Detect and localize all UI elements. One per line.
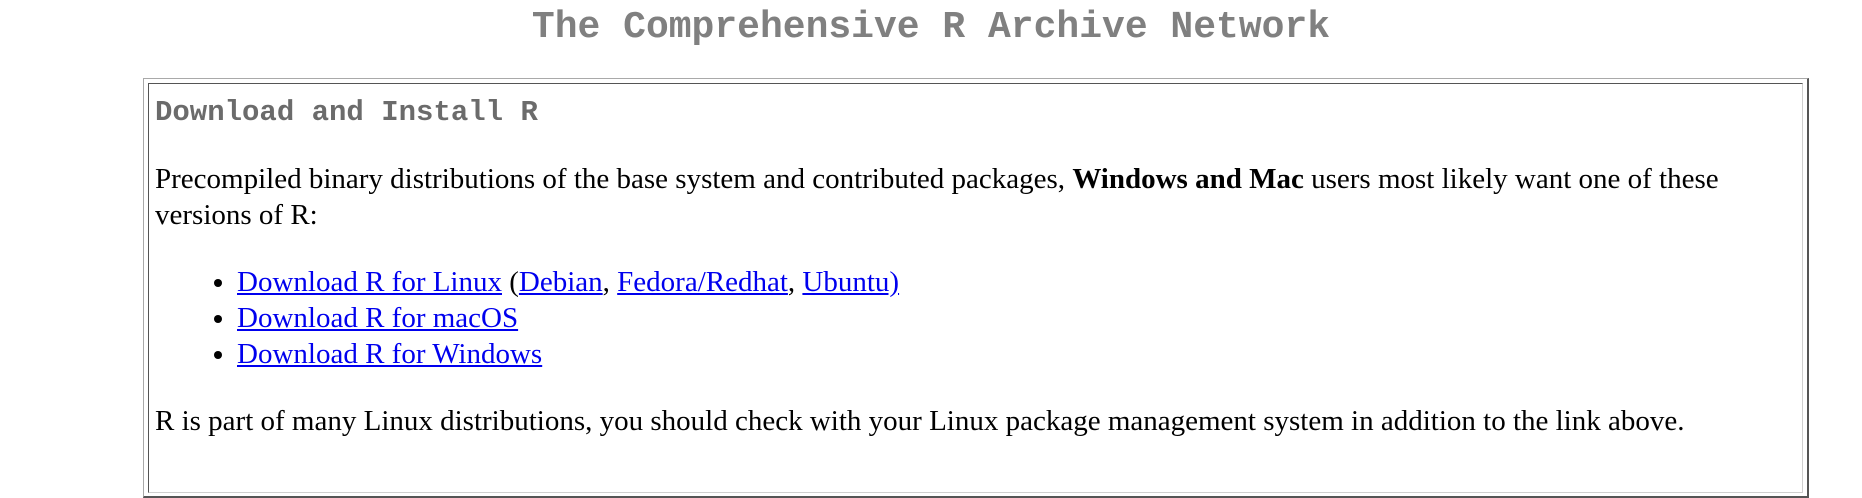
- download-windows-link[interactable]: Download R for Windows: [237, 338, 542, 370]
- linux-separator-1: ,: [602, 266, 618, 298]
- list-item-linux: Download R for Linux (Debian, Fedora/Red…: [237, 264, 1796, 300]
- list-item-windows: Download R for Windows: [237, 336, 1796, 372]
- download-panel: Download and Install R Precompiled binar…: [143, 78, 1809, 498]
- section-heading: Download and Install R: [155, 96, 538, 129]
- ubuntu-link[interactable]: Ubuntu): [802, 266, 899, 298]
- download-macos-link[interactable]: Download R for macOS: [237, 302, 518, 334]
- download-links-list: Download R for Linux (Debian, Fedora/Red…: [155, 264, 1796, 372]
- linux-note-paragraph: R is part of many Linux distributions, y…: [155, 405, 1685, 437]
- fedora-redhat-link[interactable]: Fedora/Redhat: [617, 266, 788, 298]
- page-title: The Comprehensive R Archive Network: [531, 6, 1331, 49]
- intro-text-before: Precompiled binary distributions of the …: [155, 163, 1073, 195]
- list-item-macos: Download R for macOS: [237, 300, 1796, 336]
- download-panel-inner: Download and Install R Precompiled binar…: [148, 83, 1803, 493]
- download-linux-link[interactable]: Download R for Linux: [237, 266, 502, 298]
- linux-separator-2: ,: [787, 266, 803, 298]
- intro-bold-text: Windows and Mac: [1072, 163, 1304, 195]
- debian-link[interactable]: Debian: [519, 266, 603, 298]
- linux-open-paren: (: [502, 266, 519, 298]
- intro-paragraph: Precompiled binary distributions of the …: [155, 161, 1796, 233]
